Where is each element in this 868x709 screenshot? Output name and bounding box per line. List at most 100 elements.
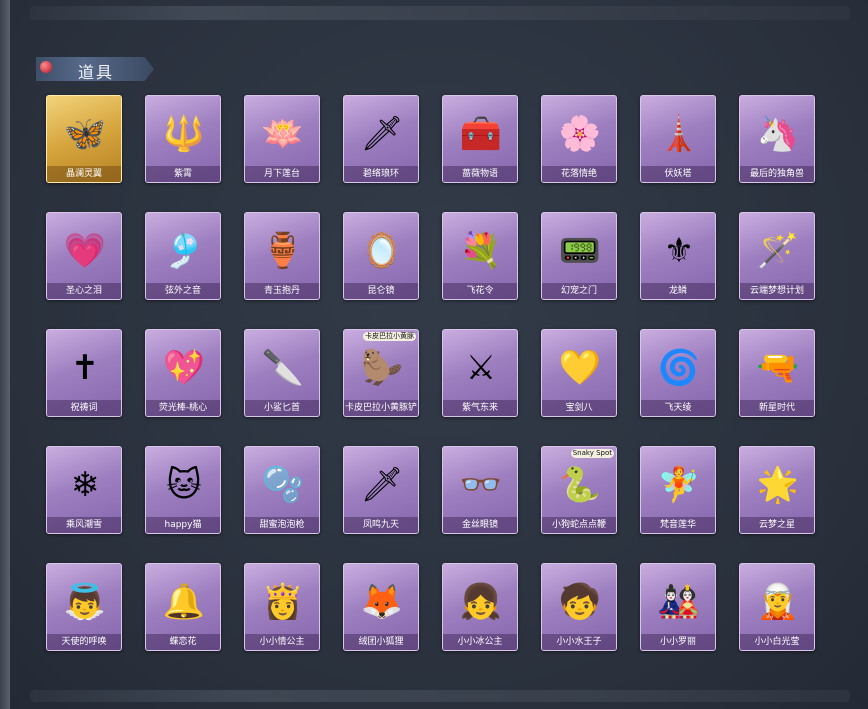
item-card[interactable]: 👸 小小情公主 [244,563,320,651]
item-card[interactable]: 🔫 新星时代 [739,329,815,417]
item-card[interactable]: 🧝 小小白光莹 [739,563,815,651]
item-label: 花落情绝 [542,166,616,182]
item-card[interactable]: 📟 幻宠之门 [541,212,617,300]
mirror-icon: 🪞 [360,231,404,271]
section-header: 道具 [36,57,156,82]
item-badge: 卡皮巴拉小黄豚 [363,332,416,341]
item-label: 宝剑八 [542,400,616,416]
item-card[interactable]: 💖 荧光棒-桃心 [145,329,221,417]
item-card[interactable]: 👧 小小冰公主 [442,563,518,651]
item-label: 蔷薇物语 [443,166,517,182]
crystal-wings-icon: 🦋 [63,114,107,154]
item-card[interactable]: 🔱 紫霄 [145,95,221,183]
ice-princess-icon: 👧 [459,582,503,622]
unicorn-horn-icon: 🦄 [756,114,800,154]
item-label: 飞天绫 [641,400,715,416]
item-label: 天使的呼唤 [47,634,121,650]
item-card[interactable]: 🫧 甜蜜泡泡枪 [244,446,320,534]
item-card[interactable]: 🐍 Snaky Spot 小狗蛇点点鞭 [541,446,617,534]
glasses-icon: 👓 [459,465,503,505]
item-card[interactable]: 🗡 凤鸣九天 [343,446,419,534]
item-label: 云端梦想计划 [740,283,814,299]
item-label: 紫气东来 [443,400,517,416]
tamagotchi-icon: 📟 [558,231,602,271]
red-gem-icon [40,61,52,73]
bottom-border [30,690,850,702]
left-edge [0,0,10,709]
item-label: 飞花令 [443,283,517,299]
item-card[interactable]: 🎎 小小罗丽 [640,563,716,651]
item-card[interactable]: 🎐 弦外之音 [145,212,221,300]
item-card[interactable]: ✝ 祝祷词 [46,329,122,417]
item-label: 最后的独角兽 [740,166,814,182]
jade-sword-icon: 🗡 [360,114,404,154]
flower-bouquet-icon: 💐 [459,231,503,271]
item-card[interactable]: 💛 宝剑八 [541,329,617,417]
item-label: 云梦之星 [740,517,814,533]
item-card[interactable]: 🌟 云梦之星 [739,446,815,534]
item-label: 龙鳞 [641,283,715,299]
item-card[interactable]: 🌸 花落情绝 [541,95,617,183]
item-card[interactable]: 🐱 happy猫 [145,446,221,534]
pagoda-icon: 🗼 [657,114,701,154]
snake-whip-icon: 🐍 [558,465,602,505]
item-card[interactable]: 🧒 小小水王子 [541,563,617,651]
item-label: 幻宠之门 [542,283,616,299]
item-label: 小小白光莹 [740,634,814,650]
item-card[interactable]: ❄ 乘风潮雪 [46,446,122,534]
item-card[interactable]: 👓 金丝眼镜 [442,446,518,534]
item-label: 祝祷词 [47,400,121,416]
item-card[interactable]: ⚜ 龙鳞 [640,212,716,300]
pink-princess-icon: 👸 [261,582,305,622]
curved-sword-icon: ⚔ [465,348,497,388]
loli-doll-icon: 🎎 [657,582,701,622]
item-card[interactable]: 🏺 青玉抱丹 [244,212,320,300]
item-card[interactable]: ⚔ 紫气东来 [442,329,518,417]
item-card[interactable]: 🦫 卡皮巴拉小黄豚 卡皮巴拉小黄豚铲 [343,329,419,417]
item-card[interactable]: 🧚 梵音莲华 [640,446,716,534]
item-label: 小鲨匕首 [245,400,319,416]
fox-plush-icon: 🦊 [360,582,404,622]
item-label: 伏妖塔 [641,166,715,182]
heart-glowstick-icon: 💖 [162,348,206,388]
lotus-doll-icon: 🧚 [657,465,701,505]
item-card[interactable]: 🔪 小鲨匕首 [244,329,320,417]
item-card[interactable]: 💗 圣心之泪 [46,212,122,300]
item-label: 凤鸣九天 [344,517,418,533]
item-label: 新星时代 [740,400,814,416]
item-label: 月下莲台 [245,166,319,182]
item-card[interactable]: 💐 飞花令 [442,212,518,300]
ice-wings-icon: ❄ [70,465,100,505]
item-label: 小小情公主 [245,634,319,650]
item-card[interactable]: 🦊 绒团小狐狸 [343,563,419,651]
item-card[interactable]: 🦋 晶澜灵翼 [46,95,122,183]
jade-vase-icon: 🏺 [261,231,305,271]
item-card[interactable]: 👼 天使的呼唤 [46,563,122,651]
item-label: 小狗蛇点点鞭 [542,517,616,533]
item-label: 碧络琅环 [344,166,418,182]
item-card[interactable]: 🦄 最后的独角兽 [739,95,815,183]
item-card[interactable]: 🧰 蔷薇物语 [442,95,518,183]
item-card[interactable]: 🪄 云端梦想计划 [739,212,815,300]
flower-pendant-icon: 🌸 [558,114,602,154]
item-label: happy猫 [146,517,220,533]
item-card[interactable]: 🪷 月下莲台 [244,95,320,183]
item-label: 小小罗丽 [641,634,715,650]
item-grid: 🦋 晶澜灵翼 🔱 紫霄 🪷 月下莲台 🗡 碧络琅环 🧰 蔷薇物语 🌸 花落情绝 🗼 伏妖塔 🦄 最后的独角兽 💗… [46,95,815,651]
item-card[interactable]: 🔔 蝶恋花 [145,563,221,651]
item-label: 昆仑镜 [344,283,418,299]
revolver-icon: 🔫 [756,348,800,388]
pendant-icon: 🔱 [162,114,206,154]
golden-cross-icon: ✝ [70,348,100,388]
item-card[interactable]: 🗼 伏妖塔 [640,95,716,183]
crystal-wand-icon: 🪄 [756,231,800,271]
item-label: 晶澜灵翼 [47,166,121,182]
item-label: 小小冰公主 [443,634,517,650]
item-card[interactable]: 🗡 碧络琅环 [343,95,419,183]
item-card[interactable]: 🪞 昆仑镜 [343,212,419,300]
butterfly-bell-icon: 🔔 [162,582,206,622]
item-card[interactable]: 🌀 飞天绫 [640,329,716,417]
flute-icon: 🎐 [162,231,206,271]
rose-box-icon: 🧰 [459,114,503,154]
unicorn-star-icon: 🌟 [756,465,800,505]
